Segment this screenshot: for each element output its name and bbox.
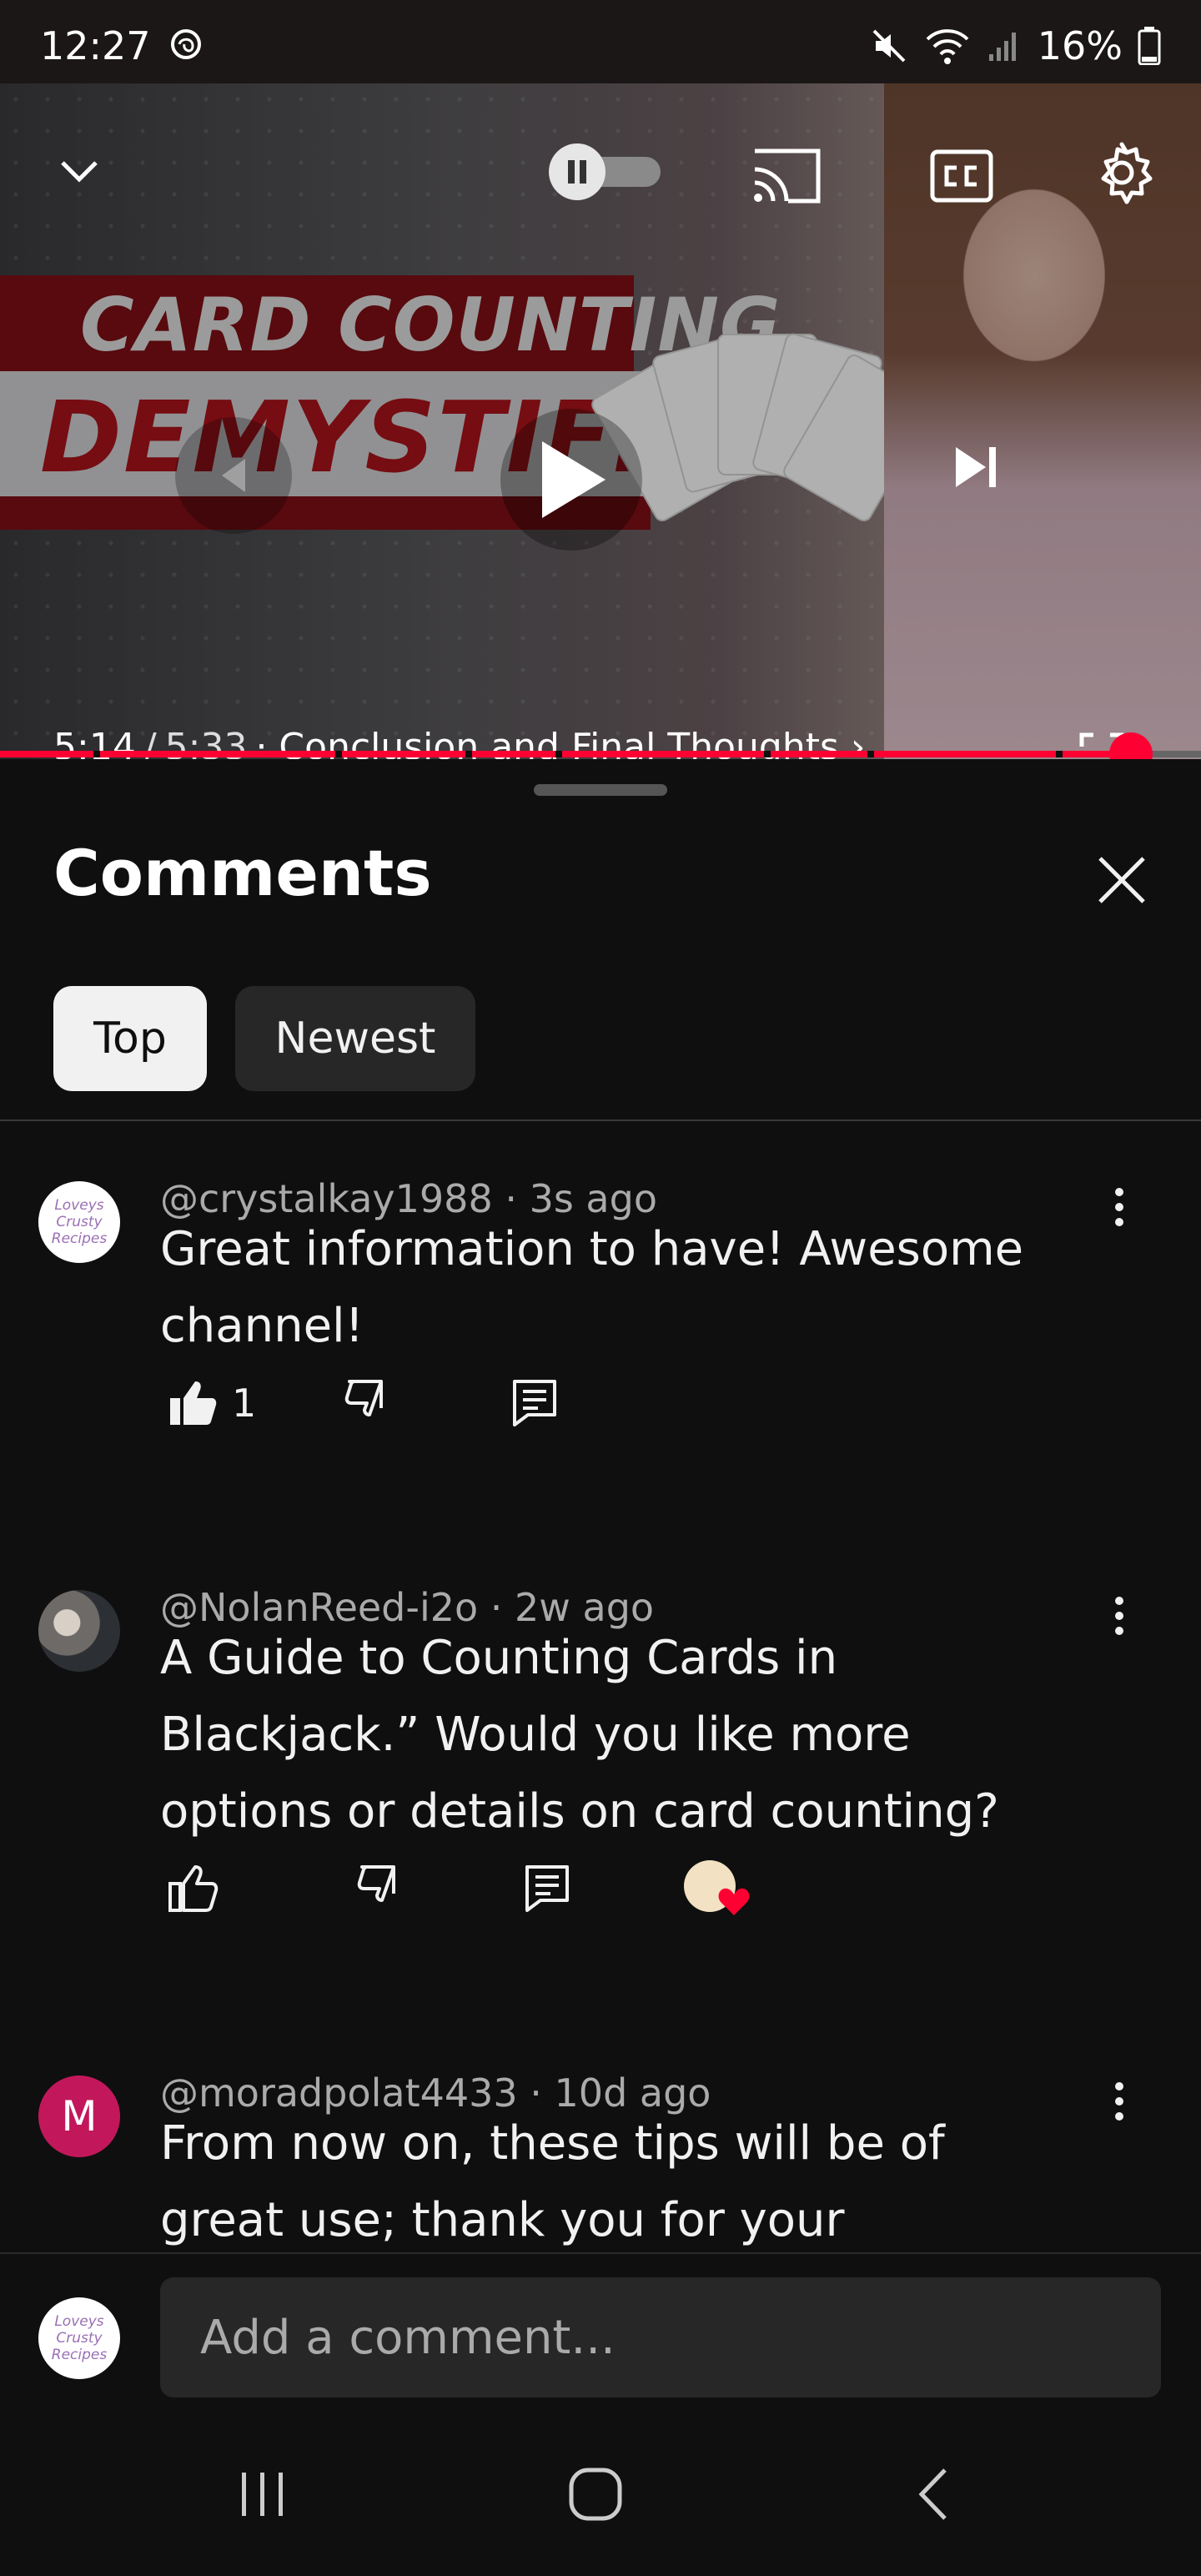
- comments-panel: Comments Top Newest Loveys Crusty Recipes …: [0, 759, 1201, 2428]
- compose-bar: Loveys Crusty Recipes Add a comment...: [0, 2252, 1201, 2411]
- reply-button[interactable]: [501, 1370, 568, 1436]
- divider: [0, 1119, 1201, 1121]
- threads-icon: [168, 26, 204, 66]
- chapter-marker: [867, 751, 874, 757]
- wifi-icon: [924, 26, 971, 66]
- settings-button[interactable]: [1084, 135, 1159, 210]
- progress-bar[interactable]: [0, 732, 1201, 776]
- avatar-logo-text: Loveys Crusty Recipes: [51, 1197, 108, 1247]
- comments-title: Comments: [53, 836, 432, 910]
- home-icon: [569, 2468, 622, 2521]
- comment-text: A Guide to Counting Cards in Blackjack.”…: [160, 1631, 999, 1839]
- cc-icon: [930, 149, 993, 203]
- avatar[interactable]: [38, 1590, 120, 1672]
- comment-actions: [160, 1855, 751, 1922]
- avatar[interactable]: Loveys Crusty Recipes: [38, 1181, 120, 1263]
- signal-icon: [986, 28, 1023, 64]
- thumbs-down-icon: [345, 1380, 384, 1416]
- like-count: 1: [232, 1381, 257, 1426]
- more-vert-icon: [1115, 1188, 1123, 1226]
- recents-icon: [242, 2473, 283, 2516]
- comment-text: From now on, these tips will be of great…: [160, 2116, 945, 2247]
- play-icon: [542, 441, 606, 518]
- comment-actions: 1: [160, 1370, 568, 1436]
- progress-fill: [0, 751, 1132, 757]
- like-button[interactable]: [160, 1855, 227, 1922]
- dislike-button[interactable]: [347, 1855, 414, 1922]
- home-button[interactable]: [545, 2453, 646, 2536]
- avatar-logo-text: Loveys Crusty Recipes: [51, 2313, 108, 2363]
- captions-button[interactable]: [924, 138, 999, 214]
- tab-newest[interactable]: Newest: [235, 986, 475, 1091]
- more-options-button[interactable]: [1101, 1178, 1138, 1236]
- comment-item: M @moradpolat4433 · 10d ago From now on,…: [0, 2047, 1201, 2252]
- thumbs-up-filled-icon: [170, 1381, 217, 1425]
- previous-icon: [222, 459, 245, 492]
- system-nav-bar: [0, 2411, 1201, 2576]
- creator-heart-badge: [681, 1854, 751, 1924]
- status-time: 12:27: [40, 23, 151, 68]
- drag-handle[interactable]: [534, 784, 667, 796]
- previous-button[interactable]: [175, 417, 292, 534]
- tab-top[interactable]: Top: [53, 986, 207, 1091]
- skip-next-icon: [956, 447, 996, 487]
- next-button[interactable]: [934, 425, 1018, 509]
- add-comment-input[interactable]: Add a comment...: [160, 2277, 1161, 2397]
- back-button[interactable]: [884, 2453, 984, 2536]
- gear-icon: [1101, 142, 1153, 204]
- like-button[interactable]: [160, 1370, 227, 1436]
- chevron-down-icon: [61, 161, 98, 183]
- autoplay-toggle-icon: [549, 143, 661, 200]
- chapter-marker: [335, 751, 342, 757]
- reply-icon: [525, 1865, 569, 1912]
- thumbs-up-icon: [168, 1865, 219, 1912]
- cast-button[interactable]: [749, 138, 824, 214]
- recents-button[interactable]: [212, 2453, 312, 2536]
- more-options-button[interactable]: [1101, 2072, 1138, 2131]
- thumbs-down-icon: [357, 1865, 395, 1902]
- mute-icon: [869, 26, 909, 66]
- avatar[interactable]: M: [38, 2075, 120, 2157]
- more-options-button[interactable]: [1101, 1587, 1138, 1645]
- dislike-button[interactable]: [334, 1370, 401, 1436]
- chapter-marker: [764, 751, 771, 757]
- autoplay-toggle[interactable]: [544, 138, 669, 205]
- more-vert-icon: [1115, 2082, 1123, 2121]
- video-player[interactable]: CARD COUNTING DEMYSTIFIED 5:14 / 5:33 · …: [0, 83, 1201, 759]
- heart-icon: [718, 1888, 750, 1915]
- battery-icon: [1138, 27, 1161, 65]
- avatar-letter: M: [61, 2092, 98, 2141]
- comment-text: Great information to have! Awesome chann…: [160, 1222, 1024, 1353]
- battery-text: 16%: [1037, 23, 1123, 68]
- chapter-marker: [465, 751, 472, 757]
- user-avatar: Loveys Crusty Recipes: [38, 2297, 120, 2379]
- close-icon: [1098, 857, 1145, 903]
- status-bar: 12:27 16%: [0, 0, 1201, 92]
- cast-icon: [754, 148, 821, 204]
- reply-button[interactable]: [514, 1855, 580, 1922]
- back-icon: [918, 2468, 947, 2520]
- more-vert-icon: [1115, 1597, 1123, 1635]
- chapter-marker: [93, 751, 100, 757]
- play-button[interactable]: [500, 409, 642, 551]
- chapter-marker: [555, 751, 562, 757]
- chapter-marker: [1056, 751, 1063, 757]
- minimize-button[interactable]: [42, 133, 117, 209]
- reply-icon: [513, 1380, 557, 1426]
- close-button[interactable]: [1084, 843, 1159, 918]
